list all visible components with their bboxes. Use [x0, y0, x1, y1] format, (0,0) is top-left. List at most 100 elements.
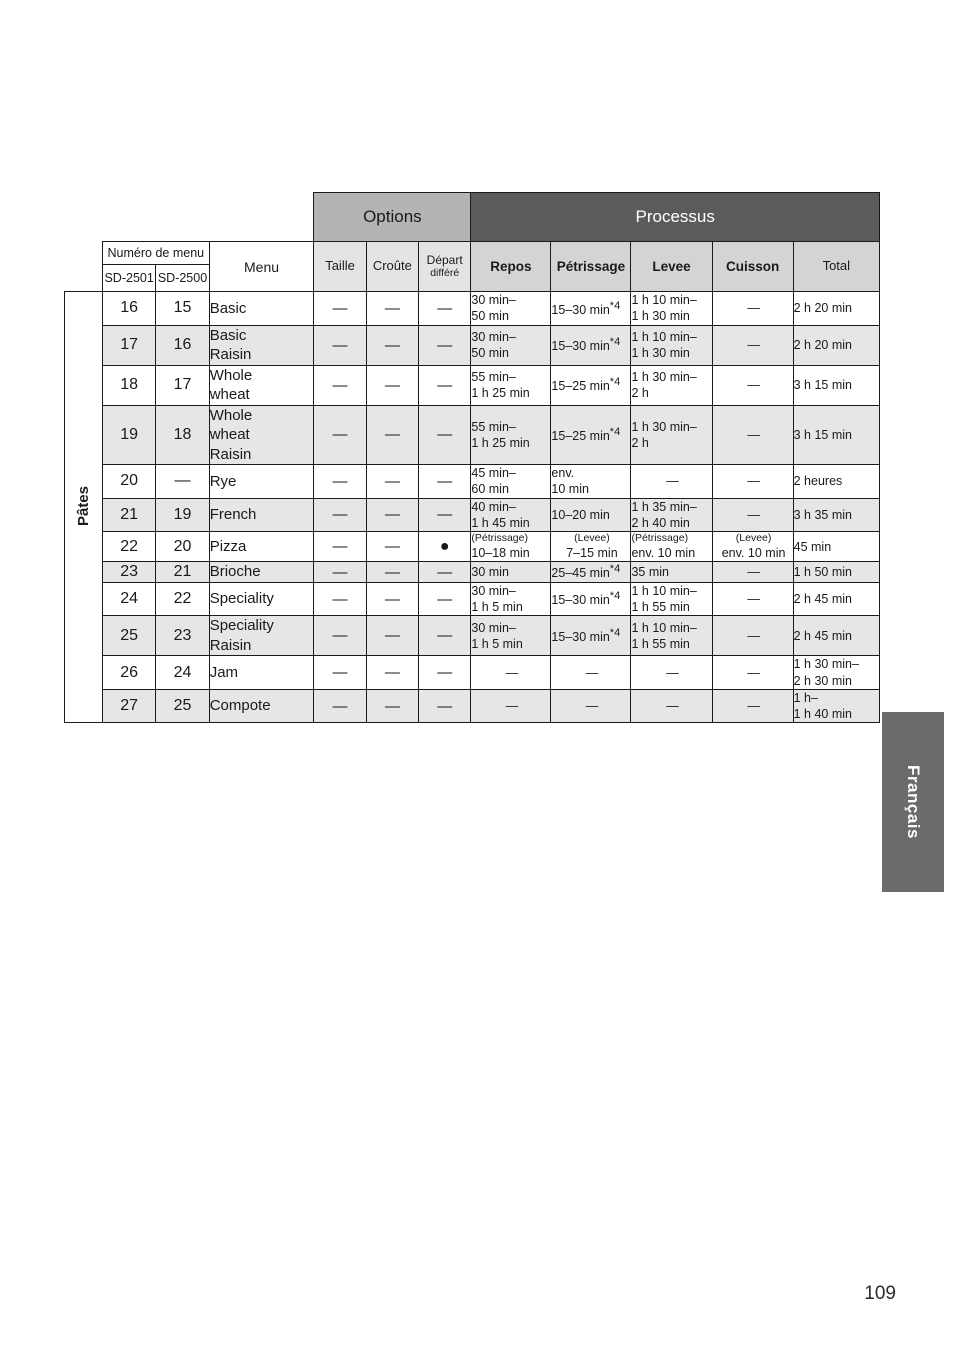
cell-option-depart: —: [418, 464, 472, 499]
text-line: 7–15 min: [566, 546, 618, 561]
cell-menu-number-sd2501: 21: [101, 497, 157, 532]
cell-menu-number-sd2501: 23: [101, 561, 157, 583]
banner-processus: Processus: [470, 192, 880, 242]
header-menu-number-title: Numéro de menu: [101, 241, 210, 265]
table-row: 25 23 Speciality Raisin — — —30 min– 1 h 5 min 1…: [65, 615, 881, 657]
cell-cuisson: —: [711, 324, 794, 366]
text-line: 15–30 min*4: [551, 627, 621, 645]
text-line: Speciality: [209, 590, 274, 608]
cell-menu-name: Speciality: [208, 581, 315, 617]
table-row: 22 20 Pizza — — ● (Pétrissage) 10–18 min (Levee)…: [65, 530, 881, 563]
text-line: 3 h 15 min: [793, 427, 852, 442]
cell-option-croute: —: [365, 497, 420, 532]
paren-label: (Pétrissage): [631, 532, 689, 544]
cell-menu-number-sd2500: 18: [155, 404, 210, 465]
cell-option-croute: —: [365, 615, 420, 657]
cell-total: 3 h 35 min: [792, 497, 881, 532]
text-line: 1 h 55 min: [631, 636, 690, 651]
text-line: —: [747, 665, 760, 680]
text-line: Basic: [209, 326, 247, 344]
cell-petrissage: (Levee) 7–15 min: [550, 530, 632, 563]
cell-menu-number-sd2500: 20: [155, 530, 210, 563]
cell-cuisson: —: [711, 655, 794, 690]
text-line: —: [585, 665, 599, 680]
header-depart-line1: Départ: [426, 252, 463, 267]
cell-petrissage: 10–20 min: [550, 497, 632, 532]
text-line: 30 min–: [471, 329, 516, 344]
cell-menu-name: Whole wheat: [208, 364, 315, 406]
cell-option-croute: —: [365, 688, 420, 724]
footnote-marker: *4: [609, 627, 621, 640]
cell-cuisson: —: [711, 561, 794, 583]
header-menu: Menu: [208, 241, 315, 292]
text-line: 60 min: [471, 482, 509, 497]
cell-cuisson: —: [711, 291, 794, 326]
table-row: 27 25 Compote — — — — — — —1 h– 1 h 40 min: [65, 688, 881, 724]
cell-menu-name: Speciality Raisin: [208, 615, 315, 657]
cell-petrissage: 15–25 min*4: [550, 364, 632, 406]
text-line: 30 min–: [471, 620, 516, 635]
cell-option-taille: —: [313, 561, 367, 583]
cell-levee: (Pétrissage) env. 10 min: [630, 530, 713, 563]
text-line: 30 min: [471, 565, 509, 579]
footnote-marker: *4: [609, 376, 621, 389]
text-line: 30 min–: [471, 583, 516, 598]
cell-menu-number-sd2500: 25: [155, 688, 210, 724]
cell-option-croute: —: [365, 655, 420, 690]
cell-menu-number-sd2500: 23: [155, 615, 210, 657]
table-row: Pâtes 16 15 Basic — — —30 min– 50 min 15–30 min*…: [64, 290, 881, 724]
text-line: Pizza: [209, 537, 247, 555]
text-line: 10–18 min: [471, 546, 530, 561]
cell-option-taille: —: [313, 655, 367, 690]
cell-option-depart: —: [418, 497, 472, 532]
text-line: 1 h 25 min: [471, 435, 530, 450]
cell-option-depart: —: [418, 404, 472, 465]
text-line: 55 min–: [471, 369, 516, 384]
cell-option-depart: —: [418, 688, 472, 724]
text-line: 1 h 10 min–: [631, 583, 697, 598]
text-line: Brioche: [209, 563, 261, 581]
table-row: 19 18 Whole wheat Raisin — — —55 min– 1 h 25 min…: [65, 404, 881, 465]
cell-petrissage: 15–30 min*4: [550, 324, 632, 366]
cell-option-taille: —: [313, 530, 367, 563]
text-line: wheat: [209, 386, 250, 403]
text-line: 25–45 min*4: [551, 563, 621, 581]
cell-petrissage: 15–25 min*4: [550, 404, 632, 465]
table-row: 26 24 Jam — — — — — — —1 h 30 min– 2 h 30 min: [65, 655, 881, 690]
cell-total: 1 h– 1 h 40 min: [792, 688, 881, 724]
text-line: Raisin: [209, 636, 252, 654]
cell-petrissage: env. 10 min: [550, 464, 632, 499]
text-line: 2 h 40 min: [631, 515, 690, 530]
cell-option-taille: —: [313, 404, 367, 465]
cell-petrissage: —: [550, 655, 632, 690]
text-line: —: [666, 665, 679, 680]
cell-menu-number-sd2500: 21: [155, 561, 210, 583]
cell-menu-name: French: [208, 497, 315, 532]
cell-repos: 45 min– 60 min: [470, 464, 552, 499]
cell-total: 2 h 20 min: [792, 324, 881, 366]
cell-levee: 1 h 35 min– 2 h 40 min: [630, 497, 713, 532]
baking-program-table: Options Processus Numéro de menu Menu Ta…: [64, 192, 881, 724]
cell-total: 3 h 15 min: [792, 364, 881, 406]
banner-options: Options: [313, 192, 472, 242]
cell-option-croute: —: [365, 581, 420, 617]
cell-total: 2 h 45 min: [792, 581, 881, 617]
cell-option-taille: —: [313, 324, 367, 366]
footnote-marker: *4: [609, 563, 621, 576]
text-line: 2 h 20 min: [793, 337, 852, 352]
text-line: 55 min–: [471, 419, 516, 434]
paren-label: (Levee): [574, 532, 610, 544]
text-line: 1 h 5 min: [471, 636, 523, 651]
cell-petrissage: 15–30 min*4: [550, 615, 632, 657]
text-line: —: [747, 337, 760, 352]
text-line: —: [747, 592, 760, 606]
cell-repos: 40 min– 1 h 45 min: [470, 497, 552, 532]
header-levee: Levee: [630, 241, 713, 292]
text-line: 2 h: [631, 386, 649, 400]
page-number: 109: [864, 1283, 896, 1304]
cell-menu-number-sd2500: 24: [155, 655, 210, 690]
text-line: 1 h 10 min–: [631, 329, 697, 344]
table-row: 23 21 Brioche — — —30 min 25–45 min*4 35 min —1 …: [65, 561, 881, 583]
cell-total: 1 h 30 min– 2 h 30 min: [792, 655, 881, 690]
text-line: 2 heures: [793, 474, 843, 489]
